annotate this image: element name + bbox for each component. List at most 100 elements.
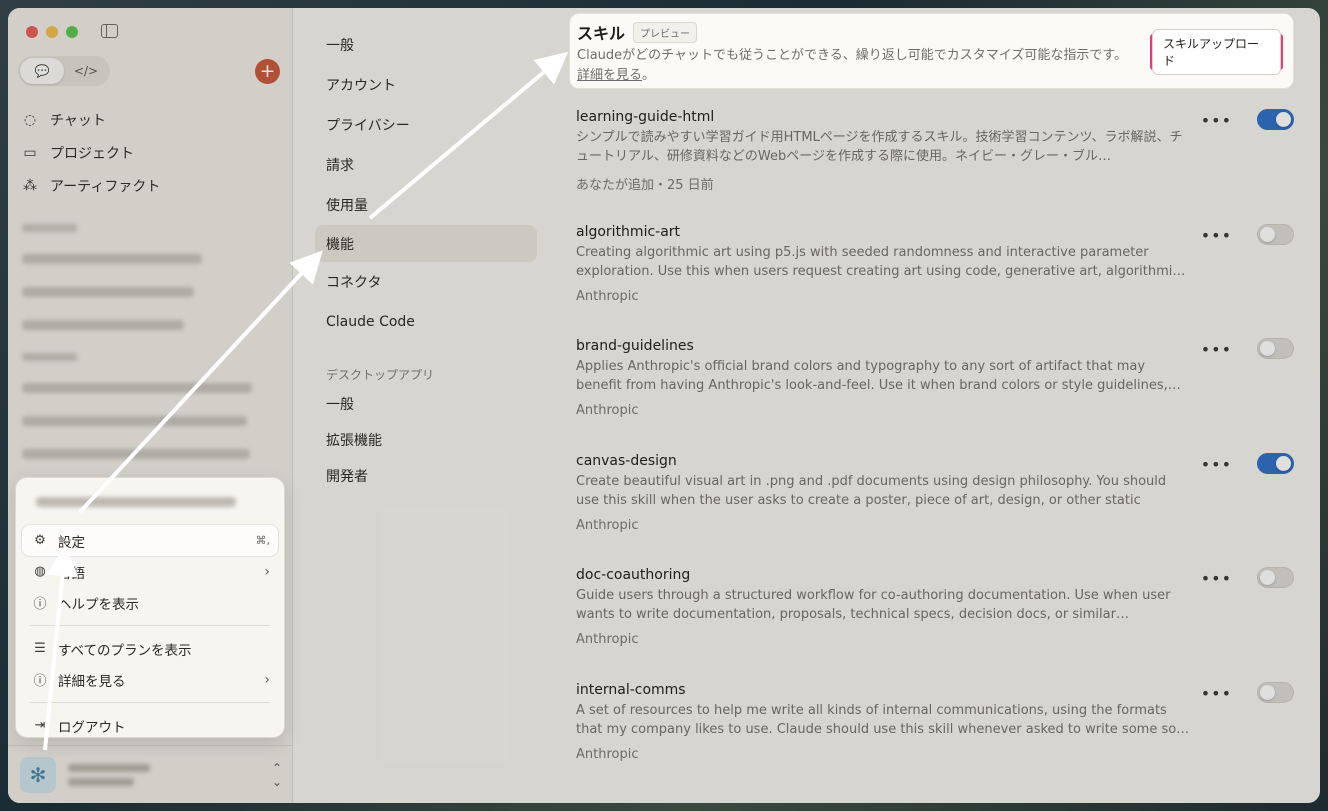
skill-row: canvas-design Create beautiful visual ar…: [569, 452, 1294, 568]
skill-name: brand-guidelines: [576, 338, 694, 354]
blurred-chat-item[interactable]: [22, 416, 247, 426]
blurred-account-email: [36, 497, 236, 507]
menu-item-label: 設定: [58, 534, 85, 551]
sidebar-item-label: アーティファクト: [50, 178, 161, 195]
new-chat-button[interactable]: +: [255, 59, 280, 84]
chat-icon: ◌: [23, 111, 37, 128]
settings-tab-developer[interactable]: 開発者: [293, 458, 555, 494]
skill-description: Creating algorithmic art using p5.js wit…: [576, 244, 1186, 279]
gear-icon: ⚙: [34, 533, 46, 548]
skill-description: Create beautiful visual art in .png and …: [576, 473, 1167, 508]
menu-item-settings[interactable]: ⚙ 設定 ⌘,: [22, 525, 278, 556]
blurred-user-info: [68, 763, 150, 786]
globe-icon: ◍: [34, 564, 46, 579]
skill-toggle[interactable]: [1257, 452, 1294, 474]
logout-icon: ⇥: [34, 718, 46, 733]
skill-description: Applies Anthropic's official brand color…: [576, 359, 1181, 393]
menu-item-language[interactable]: ◍ 言語 ›: [22, 556, 278, 587]
skill-toggle[interactable]: [1257, 338, 1294, 359]
skill-meta: あなたが追加・25 日前: [576, 178, 714, 193]
settings-nav: 一般 アカウント プライバシー 請求 使用量 機能 コネクタ Claude Co…: [293, 8, 555, 803]
help-icon: ⓘ: [33, 597, 47, 612]
upload-skill-button[interactable]: スキルアップロード: [1150, 29, 1283, 75]
menu-item-label: ヘルプを表示: [58, 596, 139, 613]
sidebar-nav: ◌ チャット ▭ プロジェクト ⁂ アーティファクト: [20, 103, 280, 202]
blurred-chat-item[interactable]: [22, 383, 252, 393]
more-options-icon[interactable]: •••: [1201, 684, 1232, 703]
sidebar-item-projects[interactable]: ▭ プロジェクト: [20, 136, 280, 169]
settings-tab-privacy[interactable]: プライバシー: [293, 105, 555, 145]
sidebar-item-label: チャット: [50, 112, 106, 129]
sidebar-item-chat[interactable]: ◌ チャット: [20, 103, 280, 136]
skill-name: learning-guide-html: [576, 109, 715, 125]
plus-icon: +: [259, 60, 276, 82]
plans-icon: ☰: [34, 641, 46, 656]
chevron-right-icon: ›: [264, 671, 270, 688]
blurred-section-label: [22, 353, 77, 361]
menu-item-label: すべてのプランを表示: [58, 642, 192, 659]
folder-icon: ▭: [23, 144, 37, 161]
skill-toggle[interactable]: [1257, 681, 1294, 703]
skill-name: doc-coauthoring: [576, 567, 691, 583]
menu-item-label: 詳細を見る: [58, 673, 126, 690]
blurred-chat-item[interactable]: [22, 320, 184, 330]
skill-meta: Anthropic: [576, 403, 639, 418]
settings-tab-claude-code[interactable]: Claude Code: [293, 302, 555, 342]
settings-tab-desktop-general[interactable]: 一般: [293, 386, 555, 422]
skill-row: internal-comms A set of resources to hel…: [569, 681, 1294, 797]
menu-item-plans[interactable]: ☰ すべてのプランを表示: [22, 633, 278, 664]
settings-tab-connectors[interactable]: コネクタ: [293, 262, 555, 302]
settings-section-desktop-app: デスクトップアプリ: [326, 367, 435, 382]
artifact-icon: ⁂: [23, 177, 37, 194]
skill-row: algorithmic-art Creating algorithmic art…: [569, 223, 1294, 339]
settings-tab-general[interactable]: 一般: [293, 25, 555, 65]
skill-toggle[interactable]: [1257, 567, 1294, 588]
code-icon: </>: [73, 64, 99, 78]
menu-item-help[interactable]: ⓘ ヘルプを表示: [22, 587, 278, 618]
menu-item-label: 言語: [58, 565, 85, 582]
skill-name: canvas-design: [576, 452, 677, 469]
blurred-chat-item[interactable]: [22, 287, 194, 297]
sidebar-item-artifacts[interactable]: ⁂ アーティファクト: [20, 169, 280, 202]
skill-meta: Anthropic: [576, 288, 639, 304]
skill-description: A set of resources to help me write all …: [576, 702, 1190, 737]
menu-item-learn-more[interactable]: ⓘ 詳細を見る ›: [22, 664, 278, 695]
description-suffix: 。: [642, 68, 656, 83]
chevron-updown-icon[interactable]: ⌃ ⌄: [272, 761, 282, 789]
more-options-icon[interactable]: •••: [1201, 111, 1232, 130]
settings-tab-billing[interactable]: 請求: [293, 145, 555, 185]
close-window-button[interactable]: [26, 26, 38, 38]
skills-title: スキル: [577, 24, 626, 43]
blurred-chat-item[interactable]: [22, 449, 250, 459]
blurred-chat-item[interactable]: [22, 254, 202, 264]
settings-tab-extensions[interactable]: 拡張機能: [293, 422, 555, 458]
skills-list: learning-guide-html シンプルで読みやすい学習ガイド用HTML…: [569, 109, 1294, 796]
learn-more-link[interactable]: 詳細を見る: [577, 68, 642, 83]
settings-tab-capabilities[interactable]: 機能: [315, 225, 537, 262]
skill-name: algorithmic-art: [576, 223, 681, 240]
more-options-icon[interactable]: •••: [1201, 455, 1232, 474]
menu-item-logout[interactable]: ⇥ ログアウト: [22, 710, 278, 741]
skill-meta: Anthropic: [576, 632, 639, 647]
chat-mode-button[interactable]: 💬: [20, 58, 64, 84]
info-icon: ⓘ: [33, 674, 47, 689]
settings-tab-account[interactable]: アカウント: [293, 65, 555, 105]
minimize-window-button[interactable]: [46, 26, 58, 38]
skill-toggle[interactable]: [1257, 109, 1294, 130]
settings-tab-usage[interactable]: 使用量: [293, 185, 555, 225]
skill-toggle[interactable]: [1257, 223, 1294, 245]
menu-divider: [30, 702, 270, 703]
sidebar-toggle-icon[interactable]: [101, 24, 118, 38]
zoom-window-button[interactable]: [66, 26, 78, 38]
snowflake-icon: ✻: [29, 762, 47, 787]
more-options-icon[interactable]: •••: [1201, 340, 1232, 359]
avatar[interactable]: ✻: [20, 756, 56, 793]
more-options-icon[interactable]: •••: [1201, 226, 1232, 245]
preview-badge: プレビュー: [633, 21, 698, 43]
mode-switch: 💬 </>: [18, 56, 110, 86]
sidebar: 💬 </> + ◌ チャット ▭ プロジェクト ⁂ アーティファクト ⚙ 設定 …: [8, 8, 293, 803]
more-options-icon[interactable]: •••: [1201, 569, 1232, 588]
code-mode-button[interactable]: </>: [64, 58, 108, 84]
upload-skill-label: スキルアップロード: [1152, 29, 1281, 75]
user-account-bar[interactable]: ✻ ⌃ ⌄: [8, 745, 292, 803]
